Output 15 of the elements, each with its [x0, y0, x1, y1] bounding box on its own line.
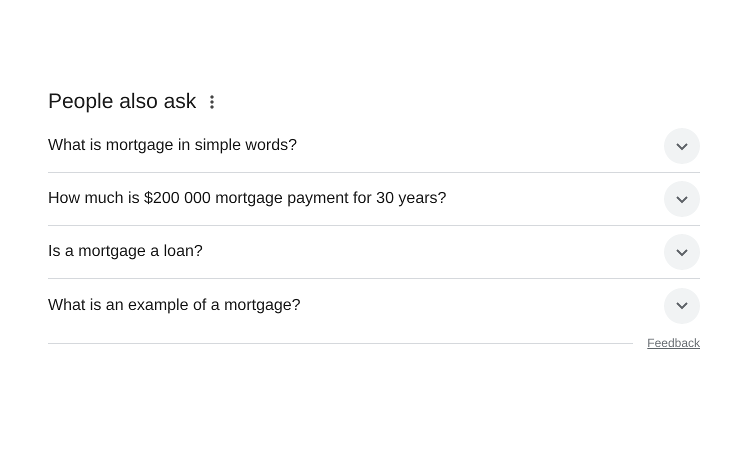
- question-text[interactable]: Is a mortgage a loan?: [48, 240, 203, 264]
- section-title: People also ask: [48, 89, 196, 116]
- question-text[interactable]: How much is $200 000 mortgage payment for 30 years?: [48, 187, 446, 211]
- chevron-icon: [675, 142, 689, 150]
- expand-button[interactable]: [664, 234, 700, 270]
- chevron-icon: [675, 194, 689, 204]
- question-text[interactable]: What is an example of a mortgage?: [48, 294, 301, 318]
- question-text[interactable]: What is mortgage in simple words?: [48, 134, 297, 158]
- feedback-link[interactable]: Feedback: [647, 334, 700, 352]
- chevron-icon: [675, 248, 689, 256]
- expand-button[interactable]: [664, 128, 700, 164]
- expand-button[interactable]: [664, 288, 700, 324]
- more-options-icon[interactable]: [210, 95, 214, 109]
- chevron-icon: [675, 301, 689, 310]
- expand-button[interactable]: [664, 181, 700, 217]
